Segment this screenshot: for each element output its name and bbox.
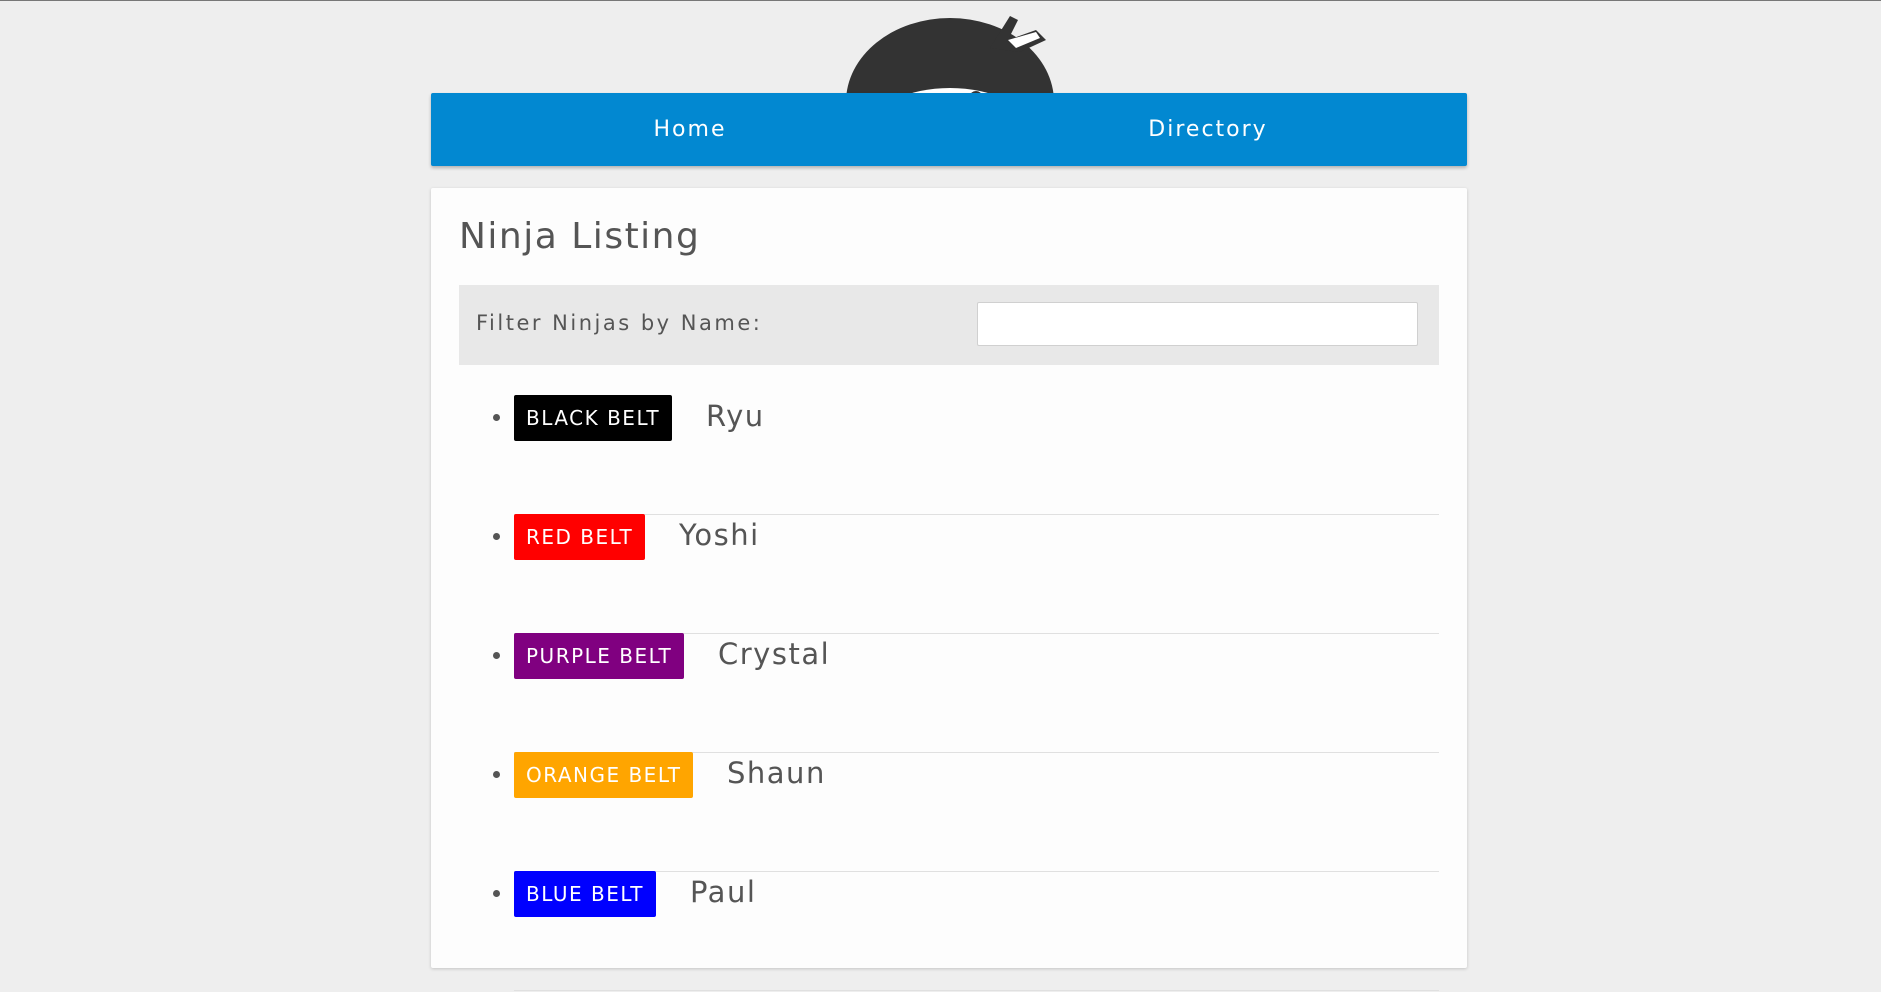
belt-badge: BLACK BELT — [514, 395, 673, 441]
bullet-icon — [493, 533, 500, 540]
ninja-list-item: RED BELT Yoshi — [493, 514, 1439, 634]
main-navbar: Home Directory — [431, 93, 1467, 166]
ninja-name: Paul — [690, 875, 757, 909]
ninja-name: Ryu — [706, 399, 765, 433]
bullet-icon — [493, 652, 500, 659]
bullet-icon — [493, 414, 500, 421]
filter-label: Filter Ninjas by Name: — [476, 311, 763, 335]
window-top-border — [0, 0, 1881, 1]
belt-badge: ORANGE BELT — [514, 752, 694, 798]
ninja-list-item: ORANGE BELT Shaun — [493, 752, 1439, 872]
bullet-icon — [493, 771, 500, 778]
ninja-listing-card: Ninja Listing Filter Ninjas by Name: BLA… — [431, 188, 1467, 991]
ninja-logo — [840, 10, 1060, 94]
bullet-icon — [493, 890, 500, 897]
ninja-name: Shaun — [727, 756, 826, 790]
ninja-list: BLACK BELT Ryu RED BELT Yoshi PURPLE BEL… — [493, 395, 1439, 992]
nav-directory-link[interactable]: Directory — [949, 93, 1467, 166]
belt-badge: RED BELT — [514, 514, 646, 560]
filter-bar: Filter Ninjas by Name: — [459, 285, 1439, 365]
nav-home-link[interactable]: Home — [431, 93, 949, 166]
ninja-name: Yoshi — [679, 518, 760, 552]
ninja-list-item: BLUE BELT Paul — [493, 871, 1439, 991]
belt-badge: PURPLE BELT — [514, 633, 685, 679]
ninja-head-icon — [846, 16, 1054, 94]
belt-badge: BLUE BELT — [514, 871, 656, 917]
ninja-name: Crystal — [718, 637, 831, 671]
ninja-list-item: BLACK BELT Ryu — [493, 395, 1439, 515]
filter-name-input[interactable] — [977, 302, 1418, 346]
ninja-list-item: PURPLE BELT Crystal — [493, 633, 1439, 753]
page-title: Ninja Listing — [459, 216, 701, 257]
